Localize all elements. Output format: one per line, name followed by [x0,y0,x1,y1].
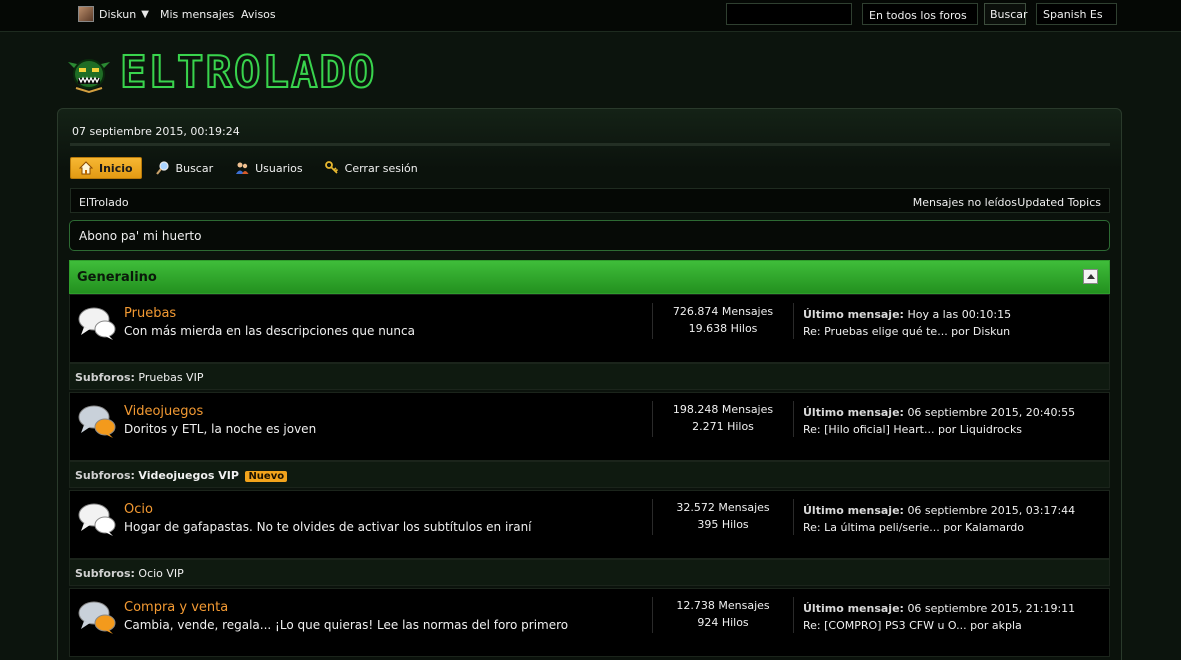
current-datetime: 07 septiembre 2015, 00:19:24 [72,125,240,138]
forum-row: Videojuegos Doritos y ETL, la noche es j… [69,392,1110,461]
top-bar: Diskun ▼ Mis mensajes Avisos En todos lo… [0,0,1181,32]
collapse-icon[interactable] [1083,269,1098,284]
unread-posts-link[interactable]: Mensajes no leídos [913,196,1017,209]
category-title[interactable]: Generalino [77,270,157,285]
post-count: 726.874 Mensajes [672,305,774,318]
troll-head-icon [68,59,110,94]
forum-description: Doritos y ETL, la noche es joven [124,422,317,436]
forum-title[interactable]: Pruebas [124,306,176,321]
announcement-box: Abono pa' mi huerto [69,220,1110,251]
logo-text: ELTROLADO [119,46,377,99]
last-post-link[interactable]: Re: La última peli/serie... por Kalamard… [803,519,1075,536]
new-badge: Nuevo [245,471,288,482]
forum-stats: 198.248 Mensajes 2.271 Hilos [652,401,794,437]
nav-search[interactable]: Buscar [148,157,222,179]
category-header: Generalino [69,260,1110,294]
nav-users-label: Usuarios [255,161,303,175]
last-post-date: 06 septiembre 2015, 21:19:11 [907,602,1076,615]
post-count: 32.572 Mensajes [676,501,770,514]
language-select[interactable]: Spanish Es [1036,3,1117,25]
user-menu[interactable]: Diskun ▼ [78,5,149,23]
forum-row: Pruebas Con más mierda en las descripcio… [69,294,1110,363]
subforum-label: Subforos: [75,371,135,384]
caret-down-icon: ▼ [141,8,149,20]
search-input[interactable] [726,3,852,25]
subforum-label: Subforos: [75,469,135,482]
thread-count: 395 Hilos [697,518,749,531]
forum-stats: 12.738 Mensajes 924 Hilos [652,597,794,633]
subforum-link[interactable]: Pruebas VIP [138,371,203,384]
last-post-link[interactable]: Re: Pruebas elige qué te... por Diskun [803,323,1011,340]
read-forum-bubble-icon [78,307,116,340]
avatar [78,6,94,22]
nav-home-label: Inicio [99,161,133,175]
search-scope-select[interactable]: En todos los foros [862,3,978,25]
last-post-label: Último mensaje: [803,308,904,321]
thread-count: 19.638 Hilos [688,322,758,335]
last-post-date: 06 septiembre 2015, 20:40:55 [907,406,1076,419]
alerts-link[interactable]: Avisos [241,8,276,21]
nav-logout[interactable]: Cerrar sesión [317,157,426,179]
forum-row: Compra y venta Cambia, vende, regala... … [69,588,1110,657]
nav-users[interactable]: Usuarios [227,157,311,179]
magnifier-icon [155,161,169,175]
nav-home[interactable]: Inicio [70,157,142,179]
main-nav: Inicio Buscar Usuarios Cerrar sesión [70,157,432,179]
forum-description: Con más mierda en las descripciones que … [124,324,415,338]
breadcrumb[interactable]: ElTrolado [79,196,129,209]
last-post-link[interactable]: Re: [Hilo oficial] Heart... por Liquidro… [803,421,1075,438]
last-post-info: Último mensaje: 06 septiembre 2015, 21:1… [803,600,1075,634]
post-count: 12.738 Mensajes [676,599,770,612]
search-button[interactable]: Buscar [984,3,1028,25]
thread-count: 2.271 Hilos [692,420,754,433]
last-post-info: Último mensaje: 06 septiembre 2015, 03:1… [803,502,1075,536]
site-logo[interactable]: ELTROLADO [68,46,377,99]
last-post-date: 06 septiembre 2015, 03:17:44 [907,504,1076,517]
forum-title[interactable]: Videojuegos [124,404,203,419]
post-count: 198.248 Mensajes [672,403,774,416]
forum-description: Hogar de gafapastas. No te olvides de ac… [124,520,532,534]
forum-title[interactable]: Compra y venta [124,600,228,615]
thread-count: 924 Hilos [697,616,749,629]
subforum-link[interactable]: Ocio VIP [138,567,183,580]
updated-topics-link[interactable]: Updated Topics [1017,196,1101,209]
unread-forum-bubble-icon [78,601,116,634]
nav-logout-label: Cerrar sesión [344,161,418,175]
breadcrumb-bar: ElTrolado Mensajes no leídos Updated Top… [70,188,1110,213]
nav-search-label: Buscar [175,161,214,175]
subforum-link[interactable]: Videojuegos VIP [138,469,239,482]
key-icon [324,161,338,174]
subforum-label: Subforos: [75,567,135,580]
last-post-info: Último mensaje: 06 septiembre 2015, 20:4… [803,404,1075,438]
last-post-label: Último mensaje: [803,406,904,419]
last-post-info: Último mensaje: Hoy a las 00:10:15 Re: P… [803,306,1011,340]
last-post-label: Último mensaje: [803,504,904,517]
last-post-date: Hoy a las 00:10:15 [907,308,1012,321]
forum-title[interactable]: Ocio [124,502,153,517]
forum-row: Ocio Hogar de gafapastas. No te olvides … [69,490,1110,559]
unread-forum-bubble-icon [78,405,116,438]
last-post-label: Último mensaje: [803,602,904,615]
last-post-link[interactable]: Re: [COMPRO] PS3 CFW u O... por akpla [803,617,1075,634]
read-forum-bubble-icon [78,503,116,536]
divider [70,143,1110,146]
forum-description: Cambia, vende, regala... ¡Lo que quieras… [124,618,569,632]
my-messages-link[interactable]: Mis mensajes [160,8,234,21]
username: Diskun [99,7,137,21]
forum-stats: 726.874 Mensajes 19.638 Hilos [652,303,794,339]
home-icon [79,161,93,175]
forum-stats: 32.572 Mensajes 395 Hilos [652,499,794,535]
subforum-row: Subforos: Ocio VIP [69,559,1110,586]
subforum-row: Subforos: Pruebas VIP [69,363,1110,390]
subforum-row: Subforos: Videojuegos VIP Nuevo [69,461,1110,488]
users-icon [236,162,249,174]
